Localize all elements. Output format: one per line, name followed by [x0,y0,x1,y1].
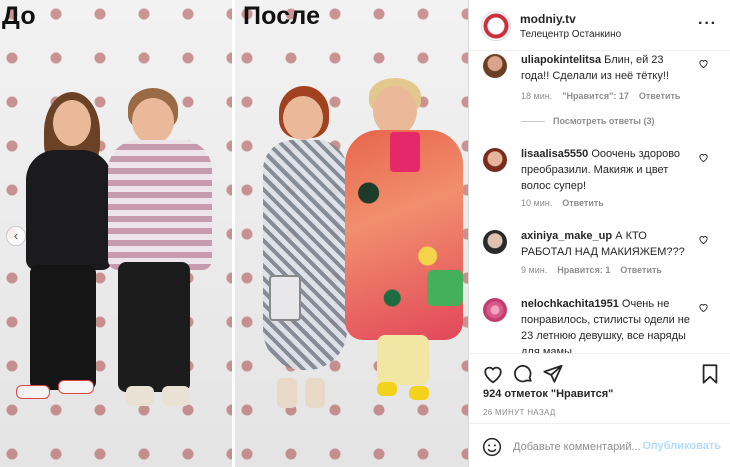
more-icon[interactable]: ··· [698,15,717,33]
comment-avatar[interactable] [483,148,507,172]
likes-count[interactable]: 924 отметок "Нравится" [483,388,613,400]
before-photo: До ‹ [0,0,232,467]
bookmark-icon[interactable] [699,363,721,385]
comment-text: uliapokintelitsa Блин, ей 23 года!! Сдел… [521,52,693,84]
post-header: modniy.tv Телецентр Останкино ··· [469,0,730,51]
comment-text: lisaalisa5550 Ооочень здорово преобразил… [521,146,693,194]
post-photo[interactable]: До ‹ После [0,0,468,467]
comment-username[interactable]: axiniya_make_up [521,230,612,242]
comment-meta: 9 мин. Нравится: 1 Ответить [521,265,672,275]
post-actions: 924 отметок "Нравится" 26 МИНУТ НАЗАД [469,353,730,423]
add-comment-bar: Опубликовать [469,423,730,467]
comment-avatar[interactable] [483,298,507,322]
comment-avatar[interactable] [483,230,507,254]
publish-button[interactable]: Опубликовать [642,440,721,452]
comments-list[interactable]: uliapokintelitsa Блин, ей 23 года!! Сдел… [469,52,730,353]
comment-likes[interactable]: Нравится: 1 [557,265,610,275]
comment-username[interactable]: uliapokintelitsa [521,54,601,66]
comment-likes[interactable]: "Нравится": 17 [562,91,629,101]
comment-username[interactable]: nelochkachita1951 [521,298,619,310]
comment-icon[interactable] [512,363,534,385]
account-avatar[interactable] [481,11,511,41]
post-time[interactable]: 26 МИНУТ НАЗАД [483,408,556,417]
comment-time: 18 мин. [521,91,553,101]
comment-meta: 18 мин. "Нравится": 17 Ответить [521,91,690,101]
reply-button[interactable]: Ответить [620,265,662,275]
comment-input[interactable] [513,437,643,457]
comment-username[interactable]: lisaalisa5550 [521,148,588,160]
reply-button[interactable]: Ответить [562,198,604,208]
comment-text: nelochkachita1951 Очень не понравилось, … [521,296,693,353]
heart-icon[interactable] [698,234,709,245]
comment-time: 10 мин. [521,198,553,208]
emoji-icon[interactable] [482,437,502,457]
comment-text: axiniya_make_up А КТО РАБОТАЛ НАД МАКИЯЖ… [521,228,693,260]
post-sidebar: modniy.tv Телецентр Останкино ··· uliapo… [468,0,730,467]
reply-button[interactable]: Ответить [639,91,681,101]
after-label: После [243,2,321,30]
heart-icon[interactable] [698,152,709,163]
heart-icon[interactable] [698,302,709,313]
share-icon[interactable] [542,363,564,385]
post-location[interactable]: Телецентр Останкино [520,29,621,40]
comment-avatar[interactable] [483,54,507,78]
comment-meta: 10 мин. Ответить [521,198,614,208]
after-photo: После [235,0,468,467]
view-replies-button[interactable]: Посмотреть ответы (3) [521,116,654,126]
heart-icon[interactable] [698,58,709,69]
chevron-left-icon[interactable]: ‹ [6,226,26,246]
before-label: До [2,2,36,30]
comment-time: 9 мин. [521,265,548,275]
account-username[interactable]: modniy.tv [520,12,576,26]
heart-icon[interactable] [482,363,504,385]
